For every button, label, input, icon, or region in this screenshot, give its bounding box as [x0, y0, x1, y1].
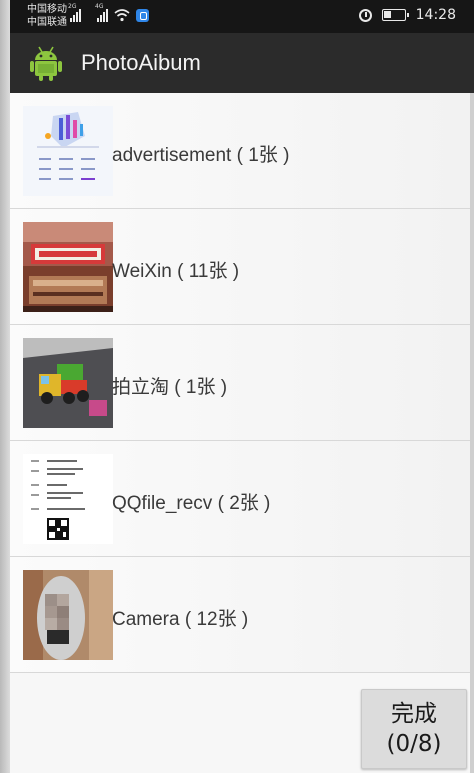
network-2g-label: 2G — [68, 3, 77, 10]
done-button[interactable]: 完成 (0/8) — [361, 689, 467, 769]
signal-2g-icon: 2G — [68, 3, 81, 22]
status-bar: 中国移动 中国联通 2G 4G 14:28 — [10, 0, 474, 33]
album-item-pailitao[interactable]: 拍立淘 ( 1张 ) — [10, 325, 470, 441]
carrier-info: 中国移动 中国联通 — [27, 3, 67, 29]
album-label: QQfile_recv ( 2张 ) — [112, 493, 271, 514]
album-label: Camera ( 12张 ) — [112, 609, 249, 630]
app-title: PhotoAibum — [81, 50, 201, 75]
album-label: WeiXin ( 11张 ) — [112, 261, 240, 282]
bottom-bar: 完成 (0/8) — [10, 683, 470, 773]
done-button-label: 完成 — [391, 701, 437, 727]
status-right-group: 14:28 — [358, 7, 456, 23]
network-4g-label: 4G — [95, 3, 104, 10]
done-button-count: (0/8) — [386, 731, 442, 757]
left-edge-shadow — [0, 0, 10, 773]
album-label: 拍立淘 ( 1张 ) — [112, 377, 228, 398]
album-item-camera[interactable]: Camera ( 12张 ) — [10, 557, 470, 673]
album-item-qqfile-recv[interactable]: QQfile_recv ( 2张 ) — [10, 441, 470, 557]
weixin-thumbnail — [23, 222, 113, 312]
album-item-advertisement[interactable]: advertisement ( 1张 ) — [10, 93, 470, 209]
album-item-weixin[interactable]: WeiXin ( 11张 ) — [10, 209, 470, 325]
signal-4g-icon: 4G — [95, 3, 108, 22]
right-edge-shadow — [470, 33, 474, 773]
pailitao-thumbnail — [23, 338, 113, 428]
carrier-2: 中国联通 — [27, 17, 67, 28]
carrier-1: 中国移动 — [27, 4, 67, 15]
vpn-shield-icon — [136, 9, 149, 22]
album-label: advertisement ( 1张 ) — [112, 145, 290, 166]
advertisement-thumbnail — [23, 106, 113, 196]
album-list: advertisement ( 1张 ) WeiXin ( 11张 ) 拍立淘 … — [10, 93, 470, 683]
battery-icon — [381, 9, 409, 21]
app-bar: PhotoAibum — [10, 33, 474, 93]
clock-time: 14:28 — [415, 7, 456, 23]
qqfile-thumbnail — [23, 454, 113, 544]
android-robot-icon — [30, 46, 62, 81]
signal-icons: 2G 4G — [68, 3, 149, 22]
wifi-icon — [114, 9, 130, 22]
alarm-icon — [358, 8, 372, 22]
camera-thumbnail — [23, 570, 113, 660]
